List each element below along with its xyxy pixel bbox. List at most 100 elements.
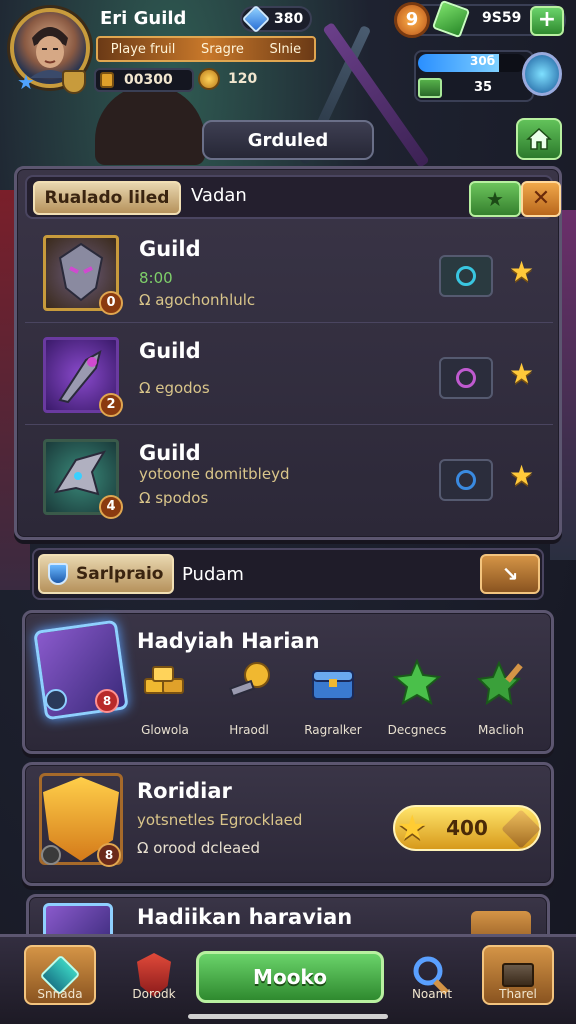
nav-item-right-2[interactable]: Noamt xyxy=(392,945,472,1017)
daily-rewards-title: Hadyiah Harian xyxy=(137,629,320,653)
quest-panel: 8 Roridiar yotsnetles Egrocklaed Ω orood… xyxy=(22,762,554,886)
search-go-button[interactable]: ↘ xyxy=(480,554,540,594)
nav-item-right[interactable]: Tharel xyxy=(478,945,558,1017)
gold-medal-icon: 9 xyxy=(394,2,430,38)
reward-label: Hraodl xyxy=(229,723,269,737)
avatar-portrait-icon xyxy=(30,27,70,78)
create-guild-button[interactable]: ★ xyxy=(469,181,521,217)
reward-item[interactable]: Decgnecs xyxy=(375,658,459,737)
supply-value: 35 xyxy=(474,80,493,95)
join-guild-button[interactable] xyxy=(439,459,493,501)
nav-item-left-2[interactable]: Dorodk xyxy=(114,945,194,1017)
clock-icon xyxy=(456,266,476,286)
reward-item[interactable]: Maclioh xyxy=(459,659,543,737)
quest-title: Roridiar xyxy=(137,779,232,803)
player-name: Eri Guild xyxy=(100,8,187,29)
nav-label: Snnada xyxy=(37,987,83,1001)
green-star-sword-icon xyxy=(476,660,523,706)
guild-info-2: Ω egodos xyxy=(139,379,210,397)
bottom-nav: Snnada Dorodk Mooko Noamt Tharel xyxy=(0,934,576,1024)
sword-icon xyxy=(501,809,541,849)
home-indicator[interactable] xyxy=(188,1014,388,1019)
guild-level-badge: 4 xyxy=(99,495,123,519)
search-label[interactable]: Pudam xyxy=(182,564,244,585)
nav-label: Noamt xyxy=(411,987,453,1001)
top-hud: ★ Eri Guild 380 Playe fruil Sragre Slnie… xyxy=(0,0,576,170)
gem-count: 380 xyxy=(274,11,304,27)
guild-name: Guild xyxy=(139,237,201,261)
add-resource-button[interactable]: + xyxy=(530,6,564,36)
supply-box-icon xyxy=(418,78,442,98)
daily-rewards-panel: 8 Hadyiah Harian Glowola Hraodl Ragralke… xyxy=(22,610,554,754)
clock-icon xyxy=(456,470,476,490)
clock-icon xyxy=(456,368,476,388)
close-button[interactable]: ✕ xyxy=(521,181,561,217)
star-icon: ★ xyxy=(397,808,428,848)
guild-search-bar: Sarlpraio Pudam ↘ xyxy=(32,548,544,600)
guild-row[interactable]: 4 Guild yotoone domitbleyd Ω spodos ★ xyxy=(25,429,553,527)
shield-badge-icon xyxy=(62,70,86,94)
favorite-star-icon[interactable]: ★ xyxy=(509,357,534,390)
player-tags: Playe fruil Sragre Slnie xyxy=(96,36,316,62)
energy-value: 30б xyxy=(470,54,496,68)
guild-row[interactable]: 0 Guild 8:00 Ω agochonhlulc ★ xyxy=(25,225,553,323)
quest-line-1: yotsnetles Egrocklaed xyxy=(137,811,303,829)
key-icon xyxy=(228,662,270,698)
quest-count-badge: 8 xyxy=(97,843,121,867)
gold-bars-icon xyxy=(144,666,184,694)
quest-reward-value: 400 xyxy=(446,816,488,840)
guild-name: Guild xyxy=(139,339,201,363)
coin-bar-icon xyxy=(100,72,114,88)
tag-1: Playe fruil xyxy=(110,41,176,57)
tab-recommended[interactable]: Rualado liled xyxy=(33,181,181,215)
tag-3: Slnie xyxy=(269,41,302,57)
guild-info-1: yotoone domitbleyd xyxy=(139,465,290,483)
search-tab[interactable]: Sarlpraio xyxy=(38,554,174,594)
reward-label: Maclioh xyxy=(478,723,524,737)
reward-label: Decgnecs xyxy=(387,723,447,737)
coin-counter-2[interactable]: 120 xyxy=(198,68,257,90)
reward-label: Ragralker xyxy=(304,723,362,737)
join-guild-button[interactable] xyxy=(439,255,493,297)
guild-name: Guild xyxy=(139,441,201,465)
coin-counter[interactable]: 00300 xyxy=(94,68,194,92)
tag-2: Sragre xyxy=(201,41,244,57)
guild-info-1: 8:00 xyxy=(139,269,173,287)
favorite-star-icon[interactable]: ★ xyxy=(509,255,534,288)
nav-label: Tharel xyxy=(499,987,537,1001)
gem-counter[interactable]: 380 xyxy=(240,4,312,34)
guild-list-header: Rualado liled Vadan ★ ✕ xyxy=(25,175,561,219)
guild-info-2: Ω agochonhlulc xyxy=(139,291,256,309)
favorite-star-icon[interactable]: ★ xyxy=(509,459,534,492)
tab-other[interactable]: Vadan xyxy=(191,185,247,206)
reward-item[interactable]: Ragralker xyxy=(291,659,375,737)
quest-line-2: Ω orood dcleaed xyxy=(137,839,260,857)
crystal-shop-button[interactable] xyxy=(522,52,562,96)
home-button[interactable] xyxy=(516,118,562,160)
join-guild-button[interactable] xyxy=(439,357,493,399)
blue-gem-icon xyxy=(241,4,271,34)
coin-count: 00300 xyxy=(124,72,173,88)
nav-item-left[interactable]: Snnada xyxy=(20,945,100,1017)
reward-label: Glowola xyxy=(141,723,189,737)
nav-label: Dorodk xyxy=(132,987,176,1001)
search-tab-label: Sarlpraio xyxy=(76,564,164,584)
resource-value: 9S59 xyxy=(482,10,522,26)
page-title[interactable]: Grduled xyxy=(202,120,374,160)
guild-info-2: Ω spodos xyxy=(139,489,209,507)
anvil-icon xyxy=(502,963,534,987)
green-star-icon xyxy=(392,658,442,706)
coin-count-2: 120 xyxy=(228,71,258,87)
quest-reward-button[interactable]: ★ 400 xyxy=(393,805,541,851)
guild-level-badge: 2 xyxy=(99,393,123,417)
home-icon xyxy=(526,127,552,150)
reward-item[interactable]: Glowola xyxy=(123,659,207,737)
daily-left-badge xyxy=(45,689,67,711)
shield-icon xyxy=(48,563,68,585)
main-action-button[interactable]: Mooko xyxy=(196,951,384,1003)
quest-left-badge xyxy=(41,845,61,865)
guild-row[interactable]: 2 Guild Ω egodos ★ xyxy=(25,327,553,425)
reward-item[interactable]: Hraodl xyxy=(207,659,291,737)
guild-level-badge: 0 xyxy=(99,291,123,315)
gold-coin-icon xyxy=(198,68,220,90)
